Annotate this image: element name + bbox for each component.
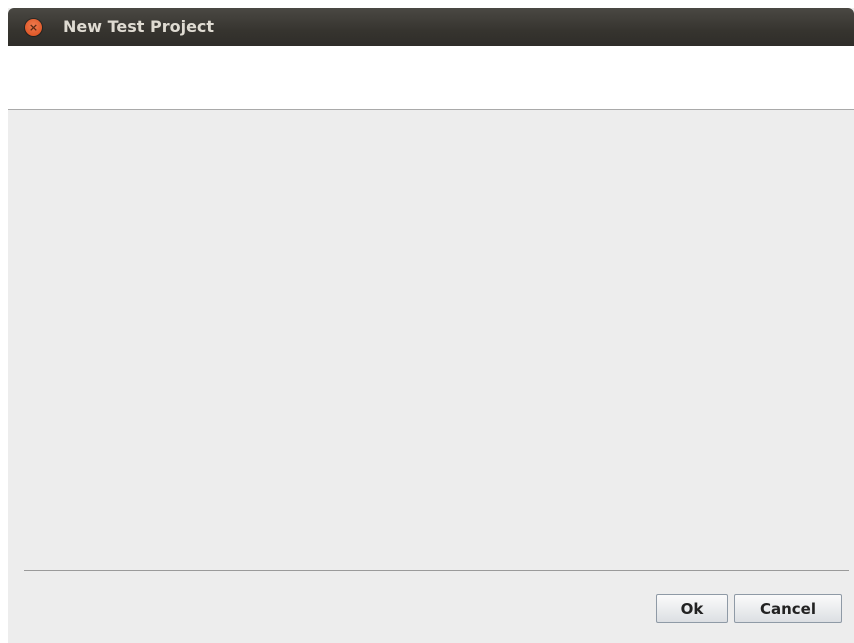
close-icon: × [28, 21, 39, 34]
wizard-content-area [8, 110, 854, 565]
cancel-button[interactable]: Cancel [734, 594, 842, 623]
dialog-window: × New Test Project Ok Cancel [8, 8, 854, 643]
window-title: New Test Project [63, 17, 215, 36]
button-separator [24, 570, 849, 571]
ok-button[interactable]: Ok [656, 594, 728, 623]
close-window-button[interactable]: × [25, 19, 42, 36]
wizard-header-panel [8, 46, 854, 110]
title-bar: × New Test Project [8, 8, 854, 46]
